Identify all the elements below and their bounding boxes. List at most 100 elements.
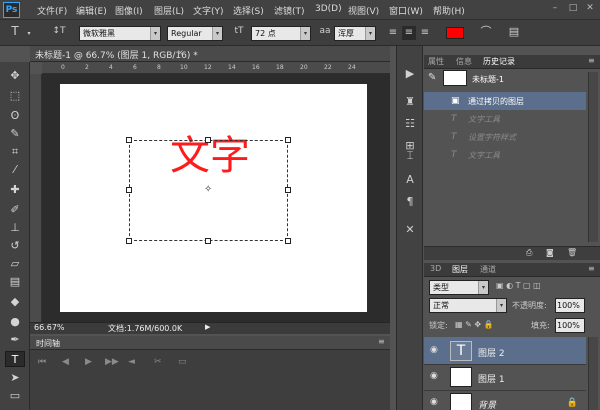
panel-menu-icon[interactable]: ≡ — [588, 264, 595, 273]
audio-icon[interactable]: ◄ — [128, 357, 135, 367]
next-frame-icon[interactable]: ▶▶ — [105, 357, 119, 367]
menu-3d[interactable]: 3D(D) — [315, 4, 342, 14]
menu-edit[interactable]: 编辑(E) — [76, 4, 107, 17]
tab-history[interactable]: 历史记录 — [483, 56, 515, 67]
dodge-tool-icon[interactable]: ● — [5, 314, 25, 330]
align-center-icon[interactable]: ≡ — [402, 26, 416, 40]
new-document-icon[interactable]: ⎙ — [526, 248, 532, 258]
document-tab[interactable]: 未标题-1 @ 66.7% (图层 1, RGB/16) * — [35, 48, 198, 61]
transform-handle[interactable] — [126, 238, 132, 244]
layers-scrollbar[interactable] — [588, 337, 598, 410]
align-left-icon[interactable]: ≡ — [386, 26, 400, 40]
paragraph-icon[interactable]: ¶ — [402, 194, 418, 210]
history-item[interactable]: T 设置字符样式 — [424, 128, 586, 146]
rectangle-tool-icon[interactable]: ▭ — [5, 388, 25, 404]
history-scrollbar[interactable] — [588, 72, 598, 242]
adjustments-icon[interactable]: ☷ — [402, 116, 418, 132]
gradient-tool-icon[interactable]: ▤ — [5, 274, 25, 290]
path-selection-tool-icon[interactable]: ➤ — [5, 370, 25, 386]
lasso-tool-icon[interactable]: ʘ — [5, 108, 25, 124]
menu-filter[interactable]: 滤镜(T) — [274, 4, 305, 17]
reference-point-icon[interactable]: ✧ — [204, 184, 212, 195]
tab-properties[interactable]: 属性 — [428, 56, 444, 67]
eyedropper-tool-icon[interactable]: ⁄ — [5, 162, 25, 178]
align-right-icon[interactable]: ≡ — [418, 26, 432, 40]
preset-dropdown-icon[interactable]: ▾ — [22, 27, 36, 41]
close-icon[interactable]: ✕ — [585, 3, 595, 13]
history-item[interactable]: T 文字工具 — [424, 110, 586, 128]
character-panel-icon[interactable]: ▤ — [507, 25, 521, 39]
crop-tool-icon[interactable]: ⌗ — [5, 144, 25, 160]
opacity-field[interactable]: 100% — [555, 298, 585, 313]
transform-handle[interactable] — [205, 137, 211, 143]
maximize-icon[interactable]: □ — [568, 3, 578, 13]
menu-window[interactable]: 窗口(W) — [389, 4, 423, 17]
type-tool-preset-icon[interactable]: T — [8, 24, 22, 38]
prev-frame-icon[interactable]: ◀ — [62, 357, 69, 367]
tab-layers[interactable]: 图层 — [452, 264, 468, 275]
tab-channels[interactable]: 通道 — [480, 264, 496, 275]
blur-tool-icon[interactable]: ◆ — [5, 294, 25, 310]
tab-3d[interactable]: 3D — [430, 264, 441, 273]
menu-image[interactable]: 图像(I) — [115, 4, 143, 17]
text-color-swatch[interactable] — [446, 27, 464, 39]
menu-select[interactable]: 选择(S) — [233, 4, 264, 17]
brush-tool-icon[interactable]: ✐ — [5, 202, 25, 218]
transform-handle[interactable] — [126, 137, 132, 143]
warp-text-icon[interactable]: ⌒ — [479, 25, 493, 39]
move-tool-icon[interactable]: ✥ — [5, 68, 25, 84]
menu-file[interactable]: 文件(F) — [37, 4, 67, 17]
healing-brush-tool-icon[interactable]: ✚ — [5, 182, 25, 198]
history-item[interactable]: ▣ 通过拷贝的图层 — [424, 92, 586, 110]
menu-layer[interactable]: 图层(L) — [154, 4, 184, 17]
transform-handle[interactable] — [285, 137, 291, 143]
text-orientation-icon[interactable]: ↕T — [52, 24, 66, 38]
blend-mode-select[interactable]: 正常 ▾ — [429, 298, 507, 313]
zoom-level[interactable]: 66.67% — [34, 323, 65, 332]
font-size-select[interactable]: 72 点 ▾ — [251, 26, 311, 41]
visibility-eye-icon[interactable]: ◉ — [430, 397, 438, 407]
marquee-tool-icon[interactable]: ⬚ — [5, 88, 25, 104]
eraser-tool-icon[interactable]: ▱ — [5, 256, 25, 272]
first-frame-icon[interactable]: ⏮ — [38, 357, 46, 367]
type-tool-icon[interactable]: T — [5, 351, 25, 367]
layer-kind-filter[interactable]: 类型 ▾ — [429, 280, 489, 295]
history-brush-tool-icon[interactable]: ↺ — [5, 238, 25, 254]
clone-source-icon[interactable]: ⌶ — [402, 148, 418, 164]
play-icon[interactable]: ▶ — [85, 357, 92, 367]
panel-menu-icon[interactable]: ≡ — [588, 56, 595, 65]
font-family-select[interactable]: 微软雅黑 ▾ — [79, 26, 161, 41]
menu-view[interactable]: 视图(V) — [348, 4, 379, 17]
transform-handle[interactable] — [126, 187, 132, 193]
antialias-select[interactable]: 浑厚 ▾ — [334, 26, 376, 41]
tab-info[interactable]: 信息 — [456, 56, 472, 67]
tools-settings-icon[interactable]: ✕ — [402, 222, 418, 238]
tab-close-icon[interactable]: × — [177, 48, 184, 57]
minimize-icon[interactable]: – — [550, 3, 560, 13]
transform-handle[interactable] — [285, 187, 291, 193]
snapshot-label[interactable]: 未标题-1 — [472, 74, 504, 85]
font-style-select[interactable]: Regular ▾ — [167, 26, 223, 41]
transition-icon[interactable]: ▭ — [178, 357, 187, 367]
lock-options-icon[interactable]: ▦ ✎ ✥ 🔒 — [455, 320, 494, 329]
history-item[interactable]: T 文字工具 — [424, 146, 586, 164]
panel-menu-icon[interactable]: ≡ — [378, 337, 385, 346]
timeline-title[interactable]: 时间轴 — [36, 338, 60, 349]
status-menu-arrow-icon[interactable]: ▶ — [205, 323, 210, 331]
play-action-icon[interactable]: ▶ — [402, 66, 418, 82]
pen-tool-icon[interactable]: ✒ — [5, 332, 25, 348]
visibility-eye-icon[interactable]: ◉ — [430, 371, 438, 381]
snapshot-thumbnail[interactable] — [443, 70, 467, 86]
history-brush-source-icon[interactable]: ✎ — [428, 72, 436, 83]
quick-selection-tool-icon[interactable]: ✎ — [5, 126, 25, 142]
transform-handle[interactable] — [205, 238, 211, 244]
visibility-eye-icon[interactable]: ◉ — [430, 345, 438, 355]
layer-row[interactable]: ◉ 图层 1 — [424, 363, 586, 391]
clone-stamp-tool-icon[interactable]: ⊥ — [5, 220, 25, 236]
filter-pixel-icon[interactable]: ▣ ◐ T ▢ ◫ — [496, 281, 541, 290]
menu-help[interactable]: 帮助(H) — [433, 4, 465, 17]
fill-field[interactable]: 100% — [555, 318, 585, 333]
snapshot-camera-icon[interactable]: ◙ — [546, 248, 554, 257]
layer-row[interactable]: ◉ 背景 🔒 — [424, 389, 586, 410]
split-icon[interactable]: ✂ — [154, 357, 162, 367]
